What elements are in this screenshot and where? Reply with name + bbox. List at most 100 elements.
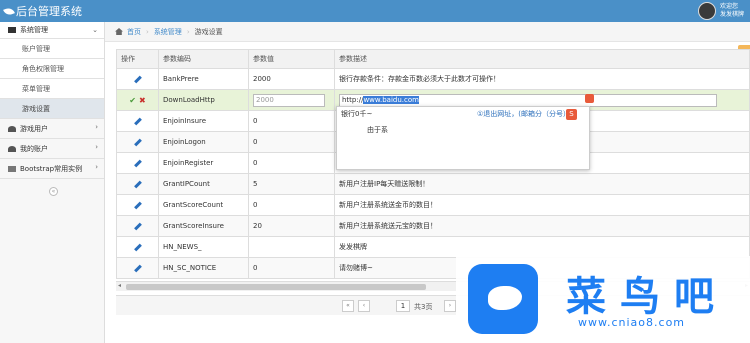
param-value: 0 (248, 110, 335, 132)
pencil-icon[interactable] (133, 75, 142, 84)
pencil-icon[interactable] (133, 159, 142, 168)
chevron-right-icon: › (95, 143, 98, 151)
pencil-icon[interactable] (133, 117, 142, 126)
close-icon[interactable]: ✖ (139, 96, 146, 105)
param-value: 0 (248, 257, 335, 279)
edit-cell[interactable] (116, 194, 159, 216)
sidebar-group-system[interactable]: 系统管理 ⌄ (0, 22, 104, 39)
sidebar-group-my-account[interactable]: 我的账户 › (0, 139, 104, 159)
edit-cell[interactable] (116, 131, 159, 153)
pencil-icon[interactable] (133, 222, 142, 231)
edit-icon (8, 165, 16, 172)
column-header[interactable]: 参数编码 (158, 49, 249, 69)
pencil-icon[interactable] (133, 201, 142, 210)
pencil-icon[interactable] (133, 243, 142, 252)
welcome-text: 欢迎您 (719, 3, 738, 10)
breadcrumb-current: 游戏设置 (194, 27, 223, 36)
heart-icon (8, 145, 16, 152)
desc-selection: www.baidu.com (363, 95, 419, 104)
param-value-input[interactable]: 2000 (253, 93, 325, 107)
watermark: 菜鸟吧 www.cniao8.com (456, 256, 750, 343)
sidebar-group-game-users[interactable]: 游戏用户 › (0, 119, 104, 139)
sidebar-group-label: Bootstrap常用实例 (20, 164, 83, 173)
edit-cell[interactable] (116, 110, 159, 132)
avatar[interactable] (697, 2, 716, 20)
table-row: BankPrere 2000 银行存款条件：存款金币数必须大于此数才可操作！ (116, 68, 750, 90)
param-value: 5 (248, 173, 335, 195)
sidebar-item-menus[interactable]: 菜单管理 (0, 79, 104, 99)
breadcrumb-home[interactable]: 首页 (127, 27, 141, 37)
scroll-left-icon[interactable]: ◂ (118, 282, 121, 289)
sidebar-group-bootstrap[interactable]: Bootstrap常用实例 › (0, 159, 104, 179)
param-code: GrantScoreCount (158, 194, 249, 216)
breadcrumb-separator: › (146, 27, 149, 36)
chevron-down-icon: ⌄ (92, 26, 98, 34)
param-value-text: 2000 (256, 95, 274, 104)
breadcrumb-separator: › (186, 27, 190, 36)
param-value: 2000 (248, 68, 335, 90)
sidebar-group-label: 我的账户 (20, 144, 48, 153)
param-value (248, 236, 335, 258)
param-value: 0 (248, 152, 335, 174)
check-icon[interactable]: ✔ (129, 96, 136, 105)
sidebar-item-accounts[interactable]: 账户管理 (0, 39, 104, 59)
top-bar: 后台管理系统 欢迎您 发发棋牌 (0, 0, 750, 22)
table-row: GrantScoreCount 0 新用户注册系统送金币的数目！ (116, 194, 750, 216)
param-code: BankPrere (158, 68, 249, 90)
scrollbar-thumb[interactable] (126, 284, 426, 290)
popup-suggestion[interactable]: 银行0千~ (341, 109, 372, 119)
sogou-icon[interactable]: S (566, 109, 577, 120)
bird-icon (488, 286, 522, 310)
pencil-icon[interactable] (133, 180, 142, 189)
user-menu[interactable]: 欢迎您 发发棋牌 (697, 2, 744, 20)
param-desc: 发发棋牌 (334, 236, 750, 258)
sidebar-item-game-settings[interactable]: 游戏设置 (0, 99, 104, 119)
param-desc: 新用户注册系统送元宝的数目！ (334, 215, 750, 237)
param-code: GrantScoreInsure (158, 215, 249, 237)
popup-logout-link[interactable]: ①退出网址，(邮箱分（分号） (477, 109, 570, 119)
sogou-icon[interactable] (585, 94, 594, 103)
breadcrumb-section[interactable]: 系统管理 (154, 27, 182, 37)
app-logo[interactable]: 后台管理系统 (3, 3, 82, 19)
prev-page-button[interactable]: ‹ (358, 300, 370, 312)
param-code: EnjoinLogon (158, 131, 249, 153)
param-code: EnjoinInsure (158, 110, 249, 132)
sidebar-group-label: 游戏用户 (20, 124, 48, 133)
column-header[interactable]: 参数描述 (334, 49, 750, 69)
user-name: 发发棋牌 (719, 11, 744, 18)
sidebar: 系统管理 ⌄ 账户管理 角色权限管理 菜单管理 游戏设置 游戏用户 › 我的账户… (0, 22, 105, 343)
param-value: 0 (248, 194, 335, 216)
pencil-icon[interactable] (133, 264, 142, 273)
edit-cell[interactable] (116, 152, 159, 174)
sidebar-item-roles[interactable]: 角色权限管理 (0, 59, 104, 79)
edit-cell[interactable] (116, 173, 159, 195)
monitor-icon (8, 27, 16, 33)
next-page-button[interactable]: › (444, 300, 456, 312)
param-value-cell: 2000 (248, 89, 335, 111)
chevron-right-icon: › (95, 123, 98, 131)
desc-prefix: http:// (342, 95, 364, 104)
watermark-title: 菜鸟吧 (566, 273, 728, 320)
param-desc-input[interactable]: http://www.baidu.com (339, 93, 717, 107)
heart-icon (8, 125, 16, 132)
param-value: 20 (248, 215, 335, 237)
param-code: EnjoinRegister (158, 152, 249, 174)
autocomplete-popup: 银行0千~ ①退出网址，(邮箱分（分号） S 由于系 (336, 106, 590, 170)
table-row: GrantIPCount 5 新用户注册IP每天赠送限制！ (116, 173, 750, 195)
param-desc: 新用户注册系统送金币的数目！ (334, 194, 750, 216)
sidebar-collapse-button[interactable]: « (49, 187, 58, 196)
home-icon (115, 28, 123, 35)
param-desc: 新用户注册IP每天赠送限制！ (334, 173, 750, 195)
edit-cell[interactable] (116, 215, 159, 237)
page-total: 共3页 (414, 303, 433, 311)
column-header[interactable]: 操作 (116, 49, 159, 69)
edit-cell[interactable] (116, 236, 159, 258)
page-input[interactable]: 1 (396, 300, 410, 312)
edit-cell[interactable] (116, 257, 159, 279)
edit-cell[interactable] (116, 68, 159, 90)
chevron-right-icon: › (95, 163, 98, 171)
first-page-button[interactable]: « (342, 300, 354, 312)
column-header[interactable]: 参数值 (248, 49, 335, 69)
popup-option[interactable]: 由于系 (367, 125, 388, 135)
pencil-icon[interactable] (133, 138, 142, 147)
